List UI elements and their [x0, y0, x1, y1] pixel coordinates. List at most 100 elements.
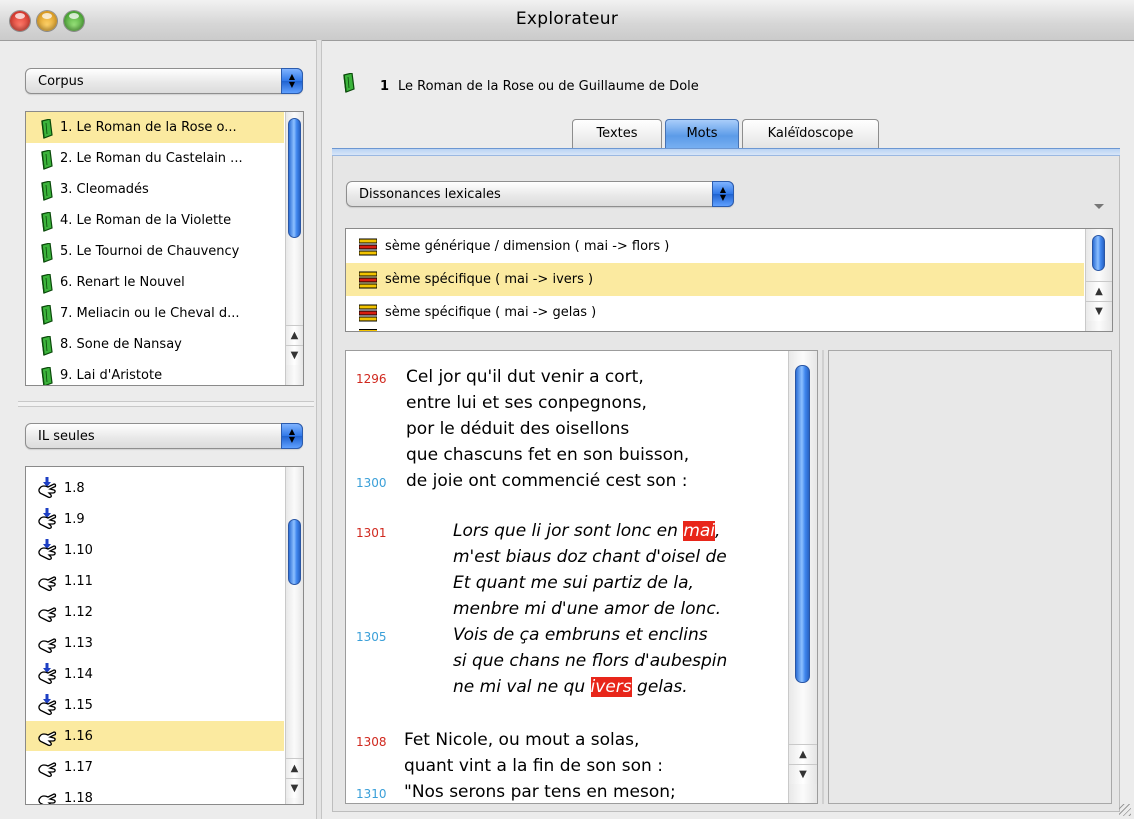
tab-textes[interactable]: Textes	[572, 119, 662, 149]
text-pane: 1296 Cel jor qu'il dut venir a cort, entre…	[345, 350, 818, 804]
scroll-up-button[interactable]: ▲	[286, 325, 303, 345]
il-list-item[interactable]: 1.9	[26, 504, 284, 534]
scroll-down-button[interactable]: ▼	[1086, 301, 1112, 321]
relation-list-item[interactable]: sème générique / dimension ( mai -> flor…	[346, 230, 1084, 263]
il-list-item[interactable]: 1.18	[26, 783, 284, 805]
text-pane-splitter[interactable]	[822, 350, 824, 804]
hand-pointer-icon	[36, 600, 58, 624]
relation-list-item[interactable]: sème spécifique ( mai -> gelas )	[346, 296, 1084, 329]
text-scroll-thumb[interactable]	[795, 365, 810, 683]
corpus-scroll-thumb[interactable]	[288, 118, 301, 238]
hand-pointer-icon	[36, 631, 58, 655]
hand-pointer-icon	[36, 569, 58, 593]
line-number: 1300	[356, 476, 387, 490]
il-list: 1.8 1.9 1.10 1.11 1.12 1.13 1.14 1.15 1.16 1.17 1.…	[25, 466, 304, 805]
relation-list-item[interactable]: sème spécifique ( mai -> ivers )	[346, 263, 1084, 296]
verse-line: m'est biaus doz chant d'oisel de	[346, 547, 786, 573]
il-list-item[interactable]: 1.8	[26, 473, 284, 503]
relations-scrollbar[interactable]: ▲ ▼	[1085, 229, 1112, 331]
il-item-label: 1.10	[64, 542, 93, 558]
il-list-item[interactable]: 1.16	[26, 721, 284, 751]
il-scrollbar[interactable]: ▲ ▼	[285, 467, 303, 804]
verse-text: menbre mi d'une amor de lonc.	[453, 599, 722, 619]
corpus-item-label: 3. Cleomadés	[60, 182, 149, 197]
il-item-label: 1.14	[64, 666, 93, 682]
line-number: 1308	[356, 735, 387, 749]
chevron-down-icon[interactable]	[1094, 204, 1104, 209]
book-icon	[40, 181, 53, 201]
dissonance-popup[interactable]: Dissonances lexicales ▲ ▼	[346, 181, 734, 207]
il-item-label: 1.15	[64, 697, 93, 713]
il-list-item[interactable]: 1.10	[26, 535, 284, 565]
verse-text: ne mi val ne qu ivers gelas.	[453, 677, 688, 697]
verse-line: 1301 Lors que li jor sont lonc en mai,	[346, 521, 786, 547]
il-list-item[interactable]: 1.14	[26, 659, 284, 689]
verse-text-part: ne mi val ne qu	[453, 677, 591, 697]
il-popup[interactable]: IL seules ▲ ▼	[25, 423, 303, 449]
window-title: Explorateur	[515, 9, 619, 29]
verse-text: Vois de ça embruns et enclins	[453, 625, 708, 645]
scroll-up-button[interactable]: ▲	[1086, 281, 1112, 301]
highlighted-word[interactable]: ivers	[590, 677, 632, 697]
line-number: 1296	[356, 372, 387, 386]
resize-grip-icon[interactable]	[1119, 804, 1131, 816]
il-list-item[interactable]: 1.15	[26, 690, 284, 720]
line-number: 1310	[356, 787, 387, 801]
scroll-up-button[interactable]: ▲	[789, 744, 817, 764]
corpus-list-item[interactable]: 5. Le Tournoi de Chauvency	[26, 236, 284, 267]
verse-text-part: Lors que li jor sont lonc en	[453, 521, 684, 541]
book-icon	[40, 274, 53, 294]
scroll-down-button[interactable]: ▼	[789, 764, 817, 784]
il-item-label: 1.16	[64, 728, 93, 744]
line-number: 1301	[356, 526, 387, 540]
corpus-list-item[interactable]: 7. Meliacin ou le Cheval d...	[26, 298, 284, 329]
corpus-list-item[interactable]: 8. Sone de Nansay	[26, 329, 284, 360]
vertical-splitter[interactable]	[316, 40, 322, 819]
hand-pointer-icon	[36, 755, 58, 779]
updown-arrows-icon: ▲ ▼	[712, 181, 734, 207]
corpus-popup[interactable]: Corpus ▲ ▼	[25, 68, 303, 94]
line-number: 1305	[356, 630, 387, 644]
scroll-down-button[interactable]: ▼	[286, 345, 303, 365]
il-list-item[interactable]: 1.13	[26, 628, 284, 658]
il-item-label: 1.18	[64, 790, 93, 805]
corpus-list-item[interactable]: 1. Le Roman de la Rose o...	[26, 112, 284, 143]
corpus-item-label: 7. Meliacin ou le Cheval d...	[60, 306, 240, 321]
il-scroll-thumb[interactable]	[288, 519, 301, 585]
text-scrollbar[interactable]: ▲ ▼	[788, 351, 817, 803]
corpus-item-label: 9. Lai d'Aristote	[60, 368, 163, 383]
detail-pane	[828, 350, 1112, 804]
verse-line: 1310 "Nos serons par tens en meson;	[346, 782, 786, 803]
corpus-scrollbar[interactable]: ▲ ▼	[285, 112, 303, 385]
corpus-list-item[interactable]: 9. Lai d'Aristote	[26, 360, 284, 385]
corpus-item-label: 1. Le Roman de la Rose o...	[60, 120, 237, 135]
dissonance-popup-label: Dissonances lexicales	[359, 187, 501, 202]
highlighted-word[interactable]: mai	[683, 521, 716, 541]
updown-arrows-icon: ▲ ▼	[281, 68, 303, 94]
book-icon	[40, 150, 53, 170]
relation-label: sème générique / dimension ( mai -> flor…	[385, 239, 670, 254]
verse-text: Cel jor qu'il dut venir a cort,	[406, 367, 644, 387]
il-list-item[interactable]: 1.11	[26, 566, 284, 596]
corpus-list-item[interactable]: 6. Renart le Nouvel	[26, 267, 284, 298]
corpus-list-item[interactable]: 3. Cleomadés	[26, 174, 284, 205]
hand-pointer-icon	[36, 538, 58, 562]
corpus-item-label: 5. Le Tournoi de Chauvency	[60, 244, 240, 259]
tab-mots[interactable]: Mots	[665, 119, 739, 149]
title-bar: Explorateur	[0, 0, 1134, 41]
relation-label: sème spécifique ( mai -> gelas )	[385, 305, 597, 320]
tab-kaleidoscope[interactable]: Kaléïdoscope	[742, 119, 879, 149]
scroll-down-button[interactable]: ▼	[286, 778, 303, 798]
corpus-list-item[interactable]: 2. Le Roman du Castelain ...	[26, 143, 284, 174]
verse-line: que chascuns fet en son buisson,	[346, 445, 786, 471]
updown-arrows-icon: ▲ ▼	[281, 423, 303, 449]
il-list-item[interactable]: 1.12	[26, 597, 284, 627]
scroll-up-button[interactable]: ▲	[286, 758, 303, 778]
il-list-item[interactable]: 1.17	[26, 752, 284, 782]
book-icon	[40, 212, 53, 232]
hand-pointer-icon	[36, 476, 58, 500]
relations-scroll-thumb[interactable]	[1092, 235, 1105, 271]
hand-pointer-icon	[36, 693, 58, 717]
corpus-list-item[interactable]: 4. Le Roman de la Violette	[26, 205, 284, 236]
left-horizontal-splitter[interactable]	[18, 401, 314, 407]
